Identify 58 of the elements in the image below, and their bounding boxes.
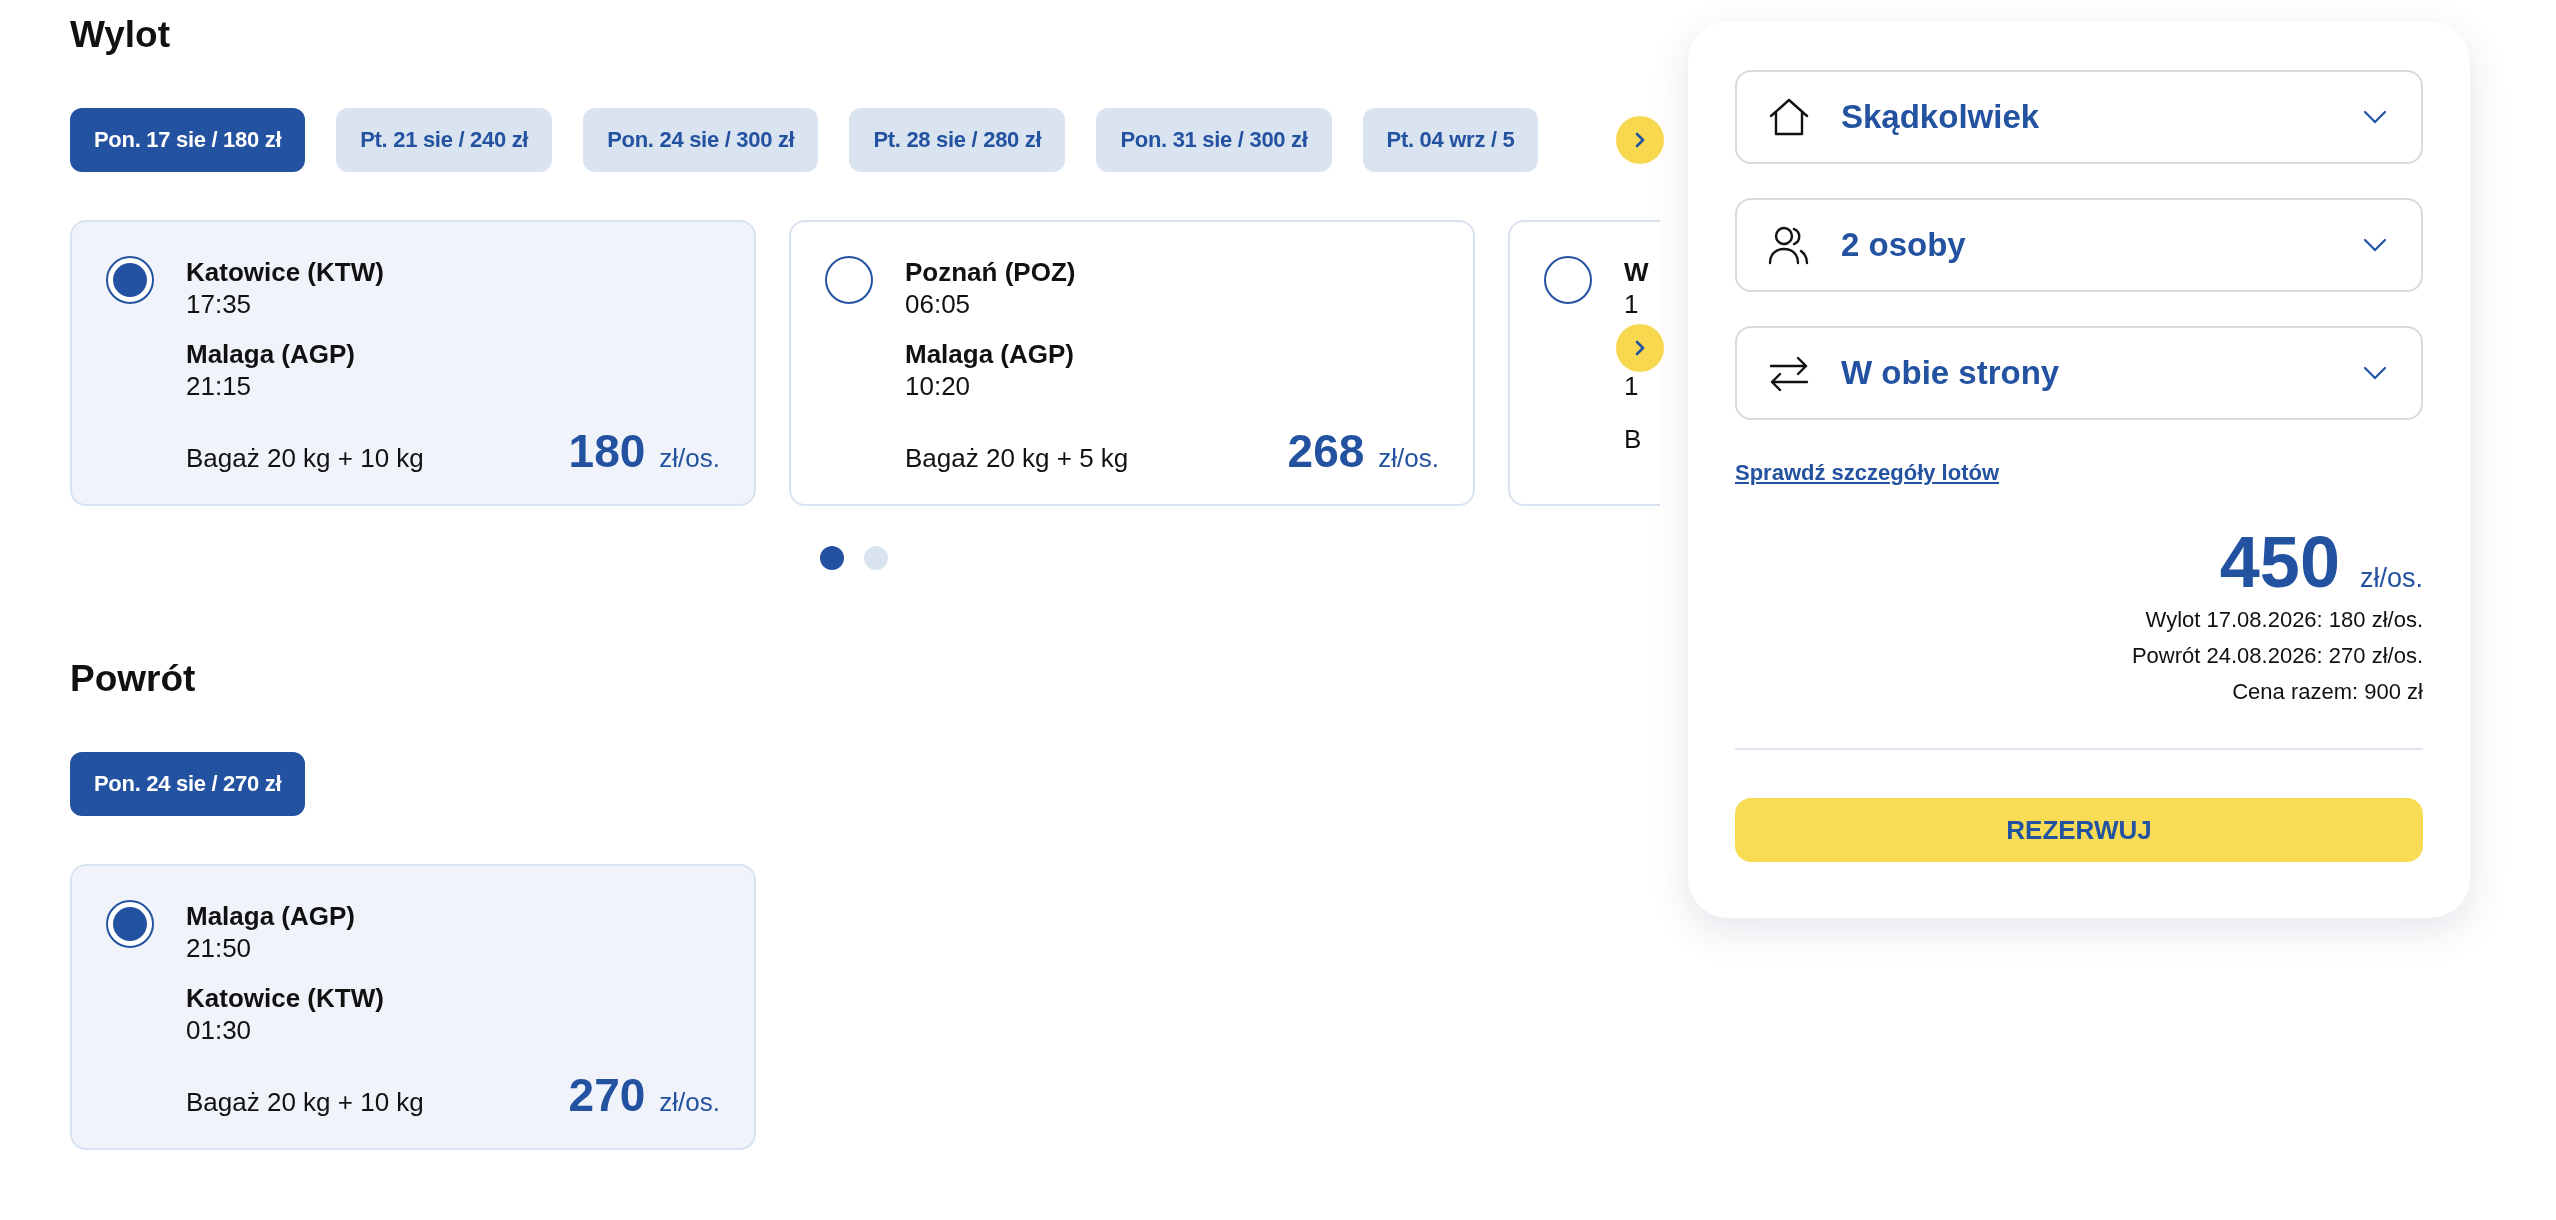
radio-button[interactable] — [106, 256, 154, 304]
radio-button[interactable] — [825, 256, 873, 304]
arrival-city: Malaga (AGP) — [186, 338, 357, 370]
arrival-time: 21:15 — [186, 370, 253, 402]
radio-button[interactable] — [1544, 256, 1592, 304]
date-tab[interactable]: Pon. 31 sie / 300 zł — [1096, 108, 1332, 172]
date-tab[interactable]: Pt. 21 sie / 240 zł — [336, 108, 553, 172]
date-tab[interactable]: Pon. 24 sie / 300 zł — [583, 108, 819, 172]
baggage-text: B — [1624, 424, 1643, 455]
dropdown-select[interactable]: Skądkolwiek — [1735, 70, 2423, 164]
section-heading: Wylot — [70, 13, 172, 57]
pagination-dot[interactable] — [820, 546, 844, 570]
flight-price: 268 — [1287, 424, 1365, 478]
price-unit: zł/os. — [659, 1087, 720, 1118]
departure-city: Malaga (AGP) — [186, 900, 357, 932]
departure-city: W — [1624, 256, 1650, 288]
chevron-down-icon — [2363, 366, 2387, 380]
section-heading: Powrót — [70, 657, 197, 701]
price-unit: zł/os. — [1378, 443, 1439, 474]
departure-city: Poznań (POZ) — [905, 256, 1077, 288]
arrival-time: 10:20 — [905, 370, 972, 402]
book-button[interactable]: REZERWUJ — [1735, 798, 2423, 862]
radio-button[interactable] — [106, 900, 154, 948]
departure-time: 06:05 — [905, 288, 972, 320]
next-arrow-button[interactable] — [1616, 116, 1664, 164]
baggage-text: Bagaż 20 kg + 10 kg — [186, 443, 425, 474]
flight-card[interactable]: Poznań (POZ) 06:05 Malaga (AGP) 10:20 Bagaż 20 kg + 5 kg 268 zł/os. — [789, 220, 1475, 506]
date-tab[interactable]: Pt. 28 sie / 280 zł — [849, 108, 1066, 172]
date-tab[interactable]: Pon. 17 sie / 180 zł — [70, 108, 306, 172]
flight-card[interactable]: W 1 1 B — [1508, 220, 1660, 506]
details-link[interactable]: Sprawdź szczegóły lotów — [1735, 460, 2000, 486]
chevron-down-icon — [2363, 110, 2387, 124]
arrival-time: 01:30 — [186, 1014, 253, 1046]
dropdown-select[interactable]: W obie strony — [1735, 326, 2423, 420]
arrival-city: Malaga (AGP) — [905, 338, 1076, 370]
baggage-text: Bagaż 20 kg + 5 kg — [905, 443, 1130, 474]
total-price: 450 — [2219, 522, 2340, 602]
price-breakdown-line: Wylot 17.08.2026: 180 zł/os. — [2144, 606, 2423, 634]
date-tab[interactable]: Pt. 04 wrz / 5 — [1362, 108, 1539, 172]
price-breakdown-line: Cena razem: 900 zł — [2231, 678, 2423, 706]
flight-price: 180 — [568, 424, 646, 478]
departure-city: Katowice (KTW) — [186, 256, 385, 288]
flight-card[interactable]: Katowice (KTW) 17:35 Malaga (AGP) 21:15 Bagaż 20 kg + 10 kg 180 zł/os. — [70, 220, 756, 506]
pagination-dot[interactable] — [864, 546, 888, 570]
baggage-text: Bagaż 20 kg + 10 kg — [186, 1087, 425, 1118]
departure-time: 17:35 — [186, 288, 253, 320]
dropdown-select[interactable]: 2 osoby — [1735, 198, 2423, 292]
price-unit: zł/os. — [2359, 563, 2423, 594]
chevron-down-icon — [2363, 238, 2387, 252]
flight-card[interactable]: Malaga (AGP) 21:50 Katowice (KTW) 01:30 Bagaż 20 kg + 10 kg 270 zł/os. — [70, 864, 756, 1150]
arrival-time: 1 — [1624, 370, 1640, 402]
departure-time: 1 — [1624, 288, 1640, 320]
price-breakdown-line: Powrót 24.08.2026: 270 zł/os. — [2130, 642, 2423, 670]
price-unit: zł/os. — [659, 443, 720, 474]
date-tab[interactable]: Pon. 24 sie / 270 zł — [70, 752, 306, 816]
flight-price: 270 — [568, 1068, 646, 1122]
arrival-city: Katowice (KTW) — [186, 982, 385, 1014]
departure-time: 21:50 — [186, 932, 253, 964]
